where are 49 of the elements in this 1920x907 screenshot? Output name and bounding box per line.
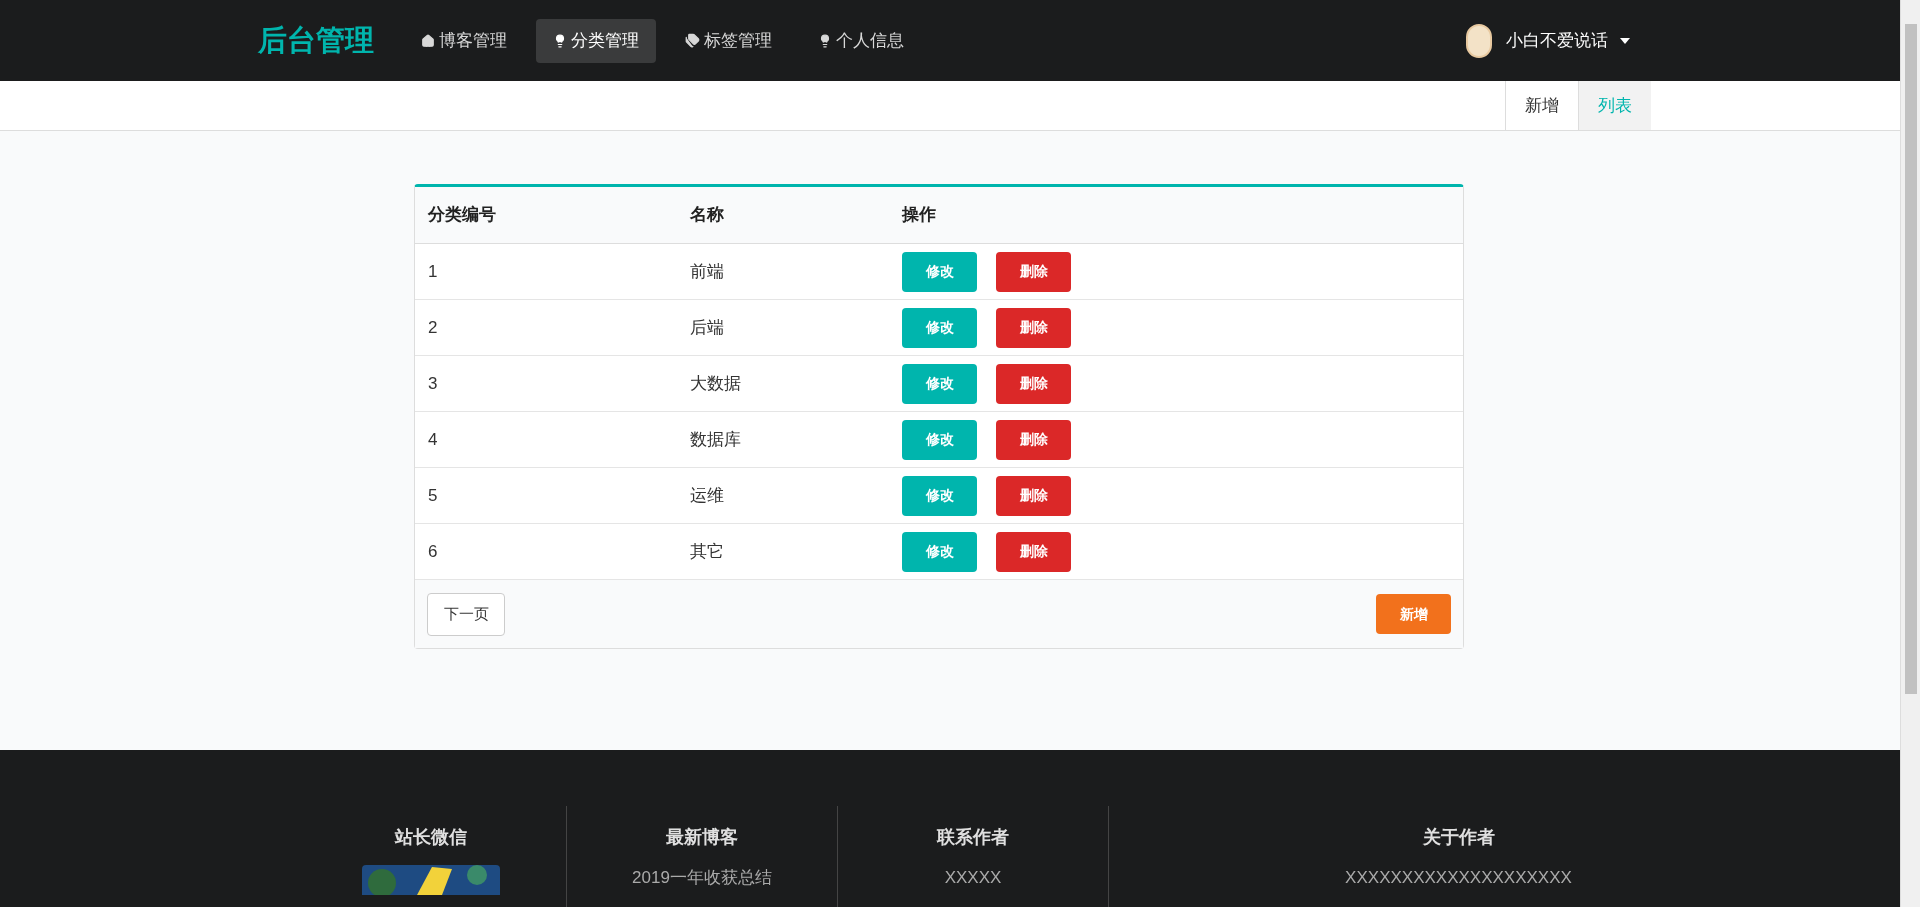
column-header: 名称 <box>690 204 725 227</box>
delete-button[interactable]: 删除 <box>996 419 1071 460</box>
nav-tab[interactable]: 分类管理 <box>536 18 656 63</box>
table-cell-text: 6 <box>428 540 439 563</box>
user-menu[interactable]: 小白不爱说话 <box>1506 27 1630 54</box>
edit-button[interactable]: 修改 <box>902 363 977 404</box>
footer-text: 2019一年收获总结 <box>632 867 772 889</box>
table-cell-text: 前端 <box>690 260 725 283</box>
footer-heading: 最新博客 <box>666 826 738 849</box>
table-cell-text: 数据库 <box>690 428 742 451</box>
tags-icon <box>685 33 700 48</box>
add-button[interactable]: 新增 <box>1376 594 1451 634</box>
edit-button[interactable]: 修改 <box>902 531 977 572</box>
home-icon <box>421 33 435 48</box>
caret-icon <box>1620 37 1630 44</box>
delete-button[interactable]: 删除 <box>996 307 1071 348</box>
footer-text: XXXXXXXXXXXXXXXXXXXX <box>1345 867 1572 889</box>
nav-tab[interactable]: 博客管理 <box>404 18 524 63</box>
edit-button[interactable]: 修改 <box>902 419 977 460</box>
lightbulb-icon <box>818 33 832 48</box>
table-cell-text: 5 <box>428 484 439 507</box>
logo-title[interactable]: 后台管理 <box>258 18 374 63</box>
table-cell-text: 运维 <box>690 484 725 507</box>
delete-button[interactable]: 删除 <box>996 251 1071 292</box>
table-cell-text: 4 <box>428 428 439 451</box>
nav-tab[interactable]: 标签管理 <box>668 18 789 63</box>
lightbulb-icon <box>553 33 567 48</box>
column-header: 分类编号 <box>428 204 497 227</box>
edit-button[interactable]: 修改 <box>902 475 977 516</box>
scrollbar[interactable] <box>1900 0 1920 907</box>
delete-button[interactable]: 删除 <box>996 363 1071 404</box>
delete-button[interactable]: 删除 <box>996 475 1071 516</box>
footer-text: XXXXX <box>944 867 1002 889</box>
footer-heading: 站长微信 <box>394 826 467 849</box>
next-page-button[interactable]: 下一页 <box>427 592 505 636</box>
table-cell-text: 大数据 <box>690 372 742 395</box>
footer-heading: 联系作者 <box>937 826 1009 849</box>
table-cell-text: 2 <box>428 316 439 339</box>
edit-button[interactable]: 修改 <box>902 307 977 348</box>
table-cell-text: 3 <box>428 372 439 395</box>
table-cell-text: 1 <box>428 260 439 283</box>
avatar[interactable] <box>1466 23 1492 58</box>
delete-button[interactable]: 删除 <box>996 531 1071 572</box>
table-cell-text: 后端 <box>690 316 725 339</box>
nav-tab[interactable]: 个人信息 <box>801 18 921 63</box>
table-cell-text: 其它 <box>690 540 725 563</box>
column-header: 操作 <box>902 204 936 227</box>
footer-heading: 关于作者 <box>1422 826 1495 849</box>
edit-button[interactable]: 修改 <box>902 251 977 292</box>
